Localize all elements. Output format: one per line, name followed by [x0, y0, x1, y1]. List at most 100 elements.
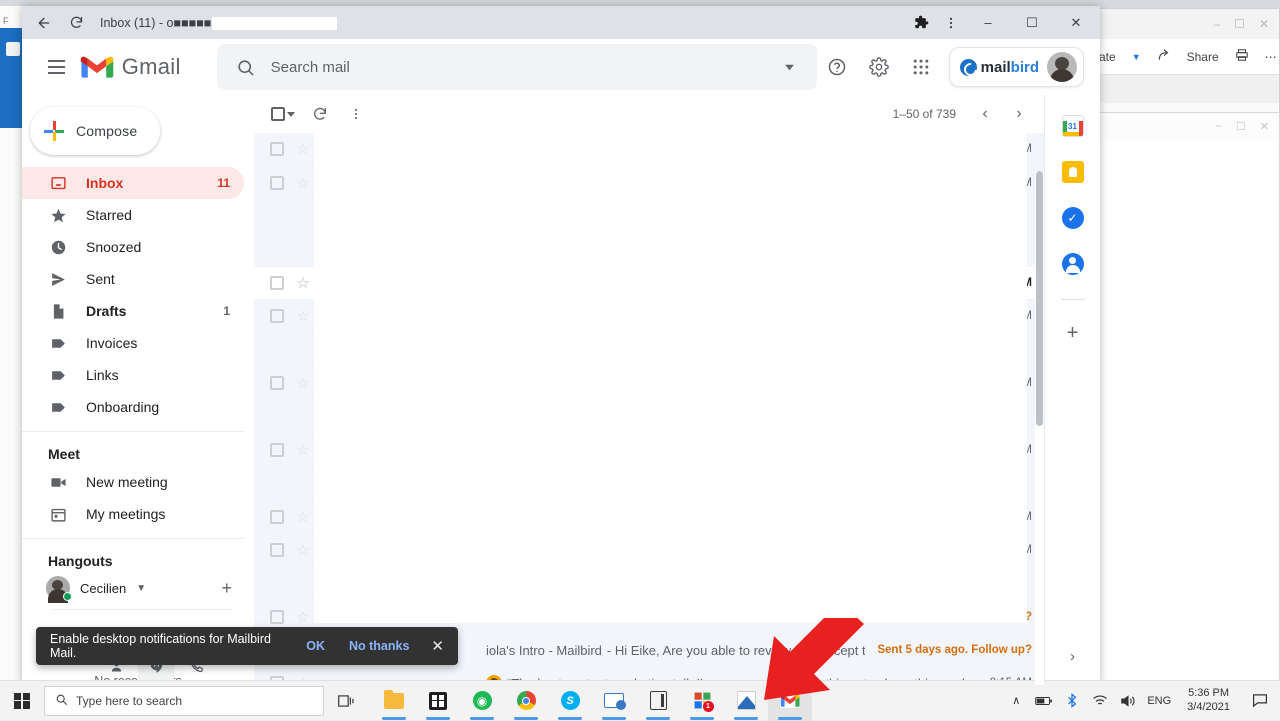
language-indicator[interactable]: ENG: [1147, 695, 1171, 707]
refresh-icon[interactable]: [304, 98, 336, 130]
star-icon[interactable]: ☆: [290, 174, 316, 192]
volume-icon[interactable]: [1119, 694, 1137, 708]
caret-down-icon[interactable]: ▼: [136, 583, 146, 594]
caret-down-icon[interactable]: [287, 112, 295, 117]
windows-start-icon[interactable]: [0, 681, 44, 721]
bluetooth-icon[interactable]: [1063, 693, 1081, 708]
star-icon[interactable]: ☆: [290, 441, 316, 459]
select-all-checkbox[interactable]: [268, 98, 300, 130]
printer-icon[interactable]: [1235, 48, 1249, 65]
bg-share-label[interactable]: Share: [1187, 50, 1219, 64]
bg-close-icon[interactable]: ✕: [1259, 17, 1269, 31]
taskbar-app-mail[interactable]: [592, 681, 636, 721]
mail-list-scrollbar[interactable]: [1035, 171, 1044, 685]
search-icon[interactable]: [227, 48, 265, 86]
search-bar[interactable]: [217, 44, 817, 90]
sidebar-item-snoozed[interactable]: Snoozed: [22, 231, 244, 263]
wifi-icon[interactable]: [1091, 694, 1109, 707]
google-calendar-icon[interactable]: 31: [1060, 113, 1086, 139]
search-input[interactable]: [265, 59, 771, 76]
star-icon[interactable]: ☆: [290, 541, 316, 559]
minimize-button[interactable]: –: [966, 6, 1010, 39]
taskbar-app-skype[interactable]: S: [548, 681, 592, 721]
chevron-down-icon[interactable]: ▼: [1132, 52, 1141, 62]
next-page-button[interactable]: ›: [1004, 99, 1034, 129]
star-icon[interactable]: ☆: [290, 140, 316, 158]
chrome-browser-window[interactable]: Inbox (11) - o■■■■■■■■■■■ - Mailbird Mai…: [22, 6, 1100, 685]
reload-icon[interactable]: [62, 9, 90, 37]
bg2-close-icon[interactable]: ✕: [1260, 120, 1269, 133]
star-icon[interactable]: ☆: [290, 307, 316, 325]
row-checkbox[interactable]: [264, 276, 290, 290]
google-apps-grid-icon[interactable]: [901, 47, 941, 87]
scrollbar-thumb[interactable]: [1036, 171, 1043, 426]
kebab-menu-icon[interactable]: [936, 8, 966, 38]
row-checkbox[interactable]: [264, 142, 290, 156]
bg-minimize-icon[interactable]: –: [1213, 17, 1220, 31]
gmail-logo[interactable]: Gmail: [80, 54, 181, 80]
plus-icon[interactable]: +: [1067, 322, 1079, 345]
row-checkbox[interactable]: [264, 610, 290, 624]
taskbar-app-onenote[interactable]: [636, 681, 680, 721]
sidebar-item-links[interactable]: Links: [22, 359, 244, 391]
taskbar-app-file-explorer[interactable]: [372, 681, 416, 721]
toast-no-thanks-button[interactable]: No thanks: [337, 639, 421, 653]
bg2-maximize-icon[interactable]: ☐: [1236, 120, 1246, 133]
desktop-notification-toast[interactable]: Enable desktop notifications for Mailbir…: [36, 627, 458, 665]
taskbar-app-photos[interactable]: [724, 681, 768, 721]
star-icon[interactable]: ☆: [290, 608, 316, 626]
row-checkbox[interactable]: [264, 443, 290, 457]
sidebar-item-inbox[interactable]: Inbox 11: [22, 167, 244, 199]
hangouts-user-row[interactable]: Cecilien ▼ +: [22, 573, 254, 603]
maximize-button[interactable]: ☐: [1010, 6, 1054, 39]
toast-ok-button[interactable]: OK: [294, 639, 337, 653]
task-view-icon[interactable]: [324, 681, 368, 721]
star-icon[interactable]: ☆: [290, 374, 316, 392]
bg-maximize-icon[interactable]: ☐: [1234, 17, 1245, 31]
star-icon[interactable]: ☆: [290, 274, 316, 292]
background-window-right-secondary[interactable]: – ☐ ✕: [1090, 112, 1280, 684]
taskbar-app-google-chrome[interactable]: [504, 681, 548, 721]
row-checkbox[interactable]: [264, 376, 290, 390]
sidebar-item-sent[interactable]: Sent: [22, 263, 244, 295]
sidebar-item-drafts[interactable]: Drafts 1: [22, 295, 244, 327]
plus-icon[interactable]: +: [221, 578, 232, 599]
taskbar-app-spotify[interactable]: ◉: [460, 681, 504, 721]
battery-icon[interactable]: [1035, 695, 1053, 707]
google-contacts-icon[interactable]: [1060, 251, 1086, 277]
row-checkbox[interactable]: [264, 176, 290, 190]
back-arrow-icon[interactable]: [30, 9, 58, 37]
row-checkbox[interactable]: [264, 309, 290, 323]
background-window-blue[interactable]: [0, 28, 24, 128]
previous-page-button[interactable]: ‹: [970, 99, 1000, 129]
close-button[interactable]: ✕: [1054, 6, 1098, 39]
taskbar-app-gmail[interactable]: [768, 681, 812, 721]
taskbar-app-microsoft-todo[interactable]: 1: [680, 681, 724, 721]
row-checkbox[interactable]: [264, 543, 290, 557]
compose-button[interactable]: Compose: [30, 107, 160, 155]
gear-icon[interactable]: [859, 47, 899, 87]
star-icon[interactable]: ☆: [290, 508, 316, 526]
close-icon[interactable]: ✕: [421, 637, 444, 655]
bg-menu-label[interactable]: ate: [1099, 50, 1116, 64]
puzzle-piece-icon[interactable]: [906, 8, 936, 38]
taskbar-app-microsoft-store[interactable]: [416, 681, 460, 721]
main-menu-icon[interactable]: [38, 47, 76, 87]
avatar[interactable]: [1047, 52, 1077, 82]
kebab-menu-icon[interactable]: [340, 98, 372, 130]
google-keep-icon[interactable]: [1060, 159, 1086, 185]
sidebar-item-my-meetings[interactable]: My meetings: [22, 498, 244, 530]
row-checkbox[interactable]: [264, 510, 290, 524]
sidebar-item-onboarding[interactable]: Onboarding: [22, 391, 244, 423]
account-chip[interactable]: mailbird: [949, 47, 1084, 87]
sidebar-item-starred[interactable]: Starred: [22, 199, 244, 231]
support-icon[interactable]: [817, 47, 857, 87]
show-hidden-icons-chevron[interactable]: ∧: [1007, 694, 1025, 707]
action-center-icon[interactable]: [1246, 693, 1274, 708]
google-tasks-icon[interactable]: ✓: [1060, 205, 1086, 231]
bg2-minimize-icon[interactable]: –: [1216, 120, 1222, 132]
taskbar-search-input[interactable]: Type here to search: [44, 686, 324, 716]
sidebar-item-invoices[interactable]: Invoices: [22, 327, 244, 359]
show-search-options-icon[interactable]: [771, 48, 809, 86]
share-icon[interactable]: [1157, 48, 1171, 65]
